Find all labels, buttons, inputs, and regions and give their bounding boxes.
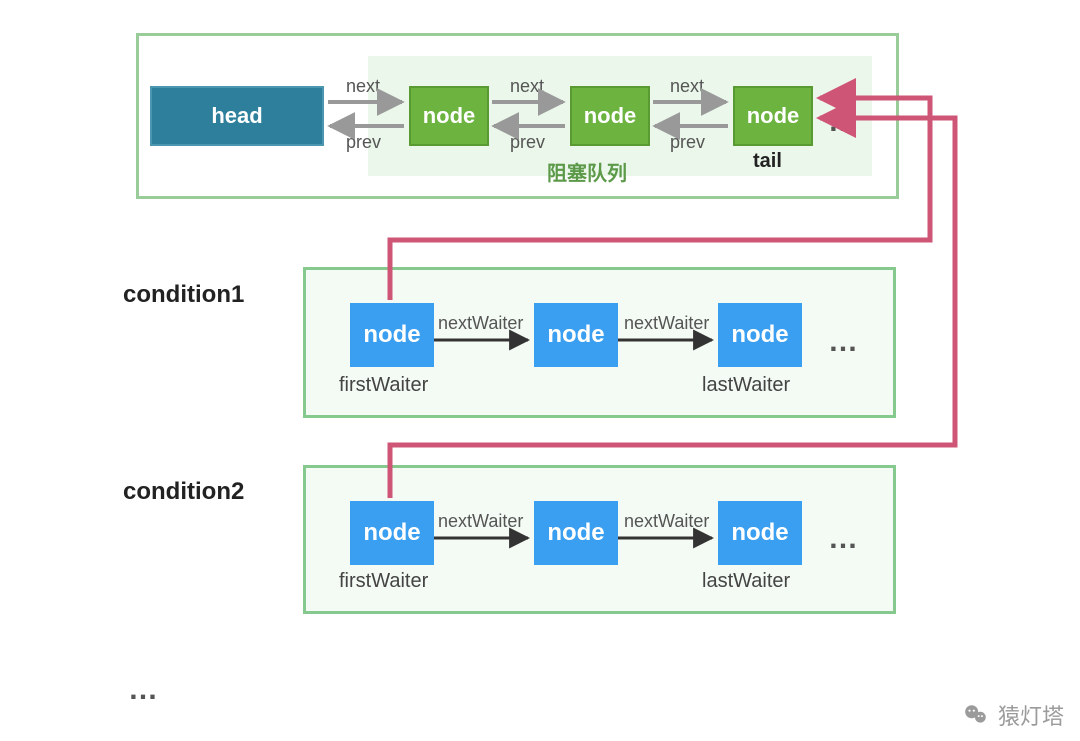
migrate-arrow-cond1: [390, 98, 930, 300]
watermark: 猿灯塔: [962, 699, 1064, 731]
watermark-text: 猿灯塔: [998, 699, 1064, 731]
migrate-arrow-cond2: [390, 118, 955, 498]
wechat-icon: [962, 701, 990, 729]
arrows-layer: [0, 0, 1080, 741]
